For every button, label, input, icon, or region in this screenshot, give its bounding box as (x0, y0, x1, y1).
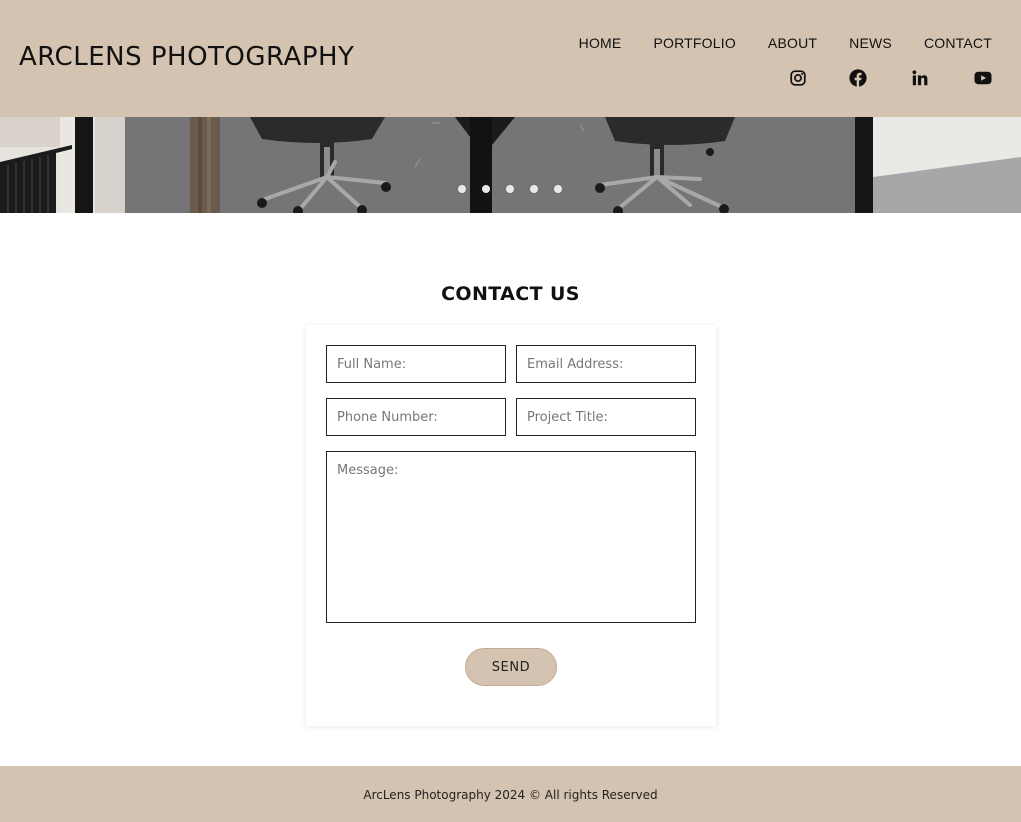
slider-dot[interactable] (554, 185, 562, 193)
contact-form: SEND (306, 325, 716, 726)
slider-dot[interactable] (506, 185, 514, 193)
nav-about-link[interactable]: ABOUT (768, 35, 817, 51)
phone-input[interactable] (326, 398, 506, 436)
site-logo[interactable]: ARCLENS PHOTOGRAPHY (19, 42, 354, 72)
hero-slider (0, 117, 1021, 213)
slider-dots (0, 184, 1021, 194)
youtube-glyph (974, 71, 992, 85)
nav-news-link[interactable]: NEWS (849, 35, 892, 51)
facebook-glyph (849, 69, 867, 87)
social-links (784, 67, 996, 89)
nav-contact-link[interactable]: CONTACT (924, 35, 992, 51)
site-header: ARCLENS PHOTOGRAPHY HOME PORTFOLIO ABOUT… (0, 0, 1021, 117)
instagram-glyph (790, 70, 806, 86)
slider-dot[interactable] (482, 185, 490, 193)
linkedin-glyph (912, 70, 928, 86)
instagram-icon[interactable] (787, 67, 809, 89)
site-footer: ArcLens Photography 2024 © All rights Re… (0, 766, 1021, 822)
slider-dot[interactable] (530, 185, 538, 193)
send-button[interactable]: SEND (465, 648, 557, 686)
email-input[interactable] (516, 345, 696, 383)
message-textarea[interactable] (326, 451, 696, 623)
contact-title: CONTACT US (441, 283, 580, 305)
youtube-icon[interactable] (972, 67, 994, 89)
nav-home-link[interactable]: HOME (579, 35, 622, 51)
project-title-input[interactable] (516, 398, 696, 436)
linkedin-icon[interactable] (909, 67, 931, 89)
nav-portfolio-link[interactable]: PORTFOLIO (653, 35, 735, 51)
main-nav: HOME PORTFOLIO ABOUT NEWS CONTACT (579, 35, 992, 51)
full-name-input[interactable] (326, 345, 506, 383)
hero-image (0, 117, 1021, 213)
facebook-icon[interactable] (847, 67, 869, 89)
slider-dot[interactable] (458, 185, 466, 193)
copyright-text: ArcLens Photography 2024 © All rights Re… (363, 788, 658, 802)
